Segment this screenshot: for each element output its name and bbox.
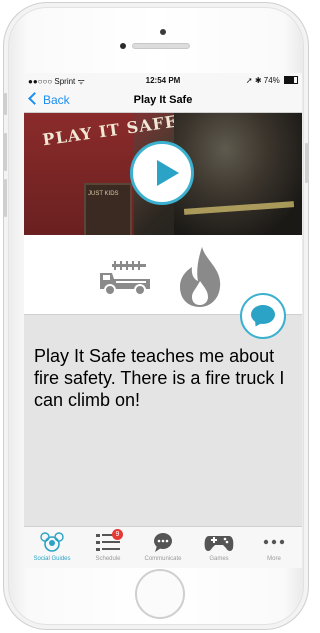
power-button bbox=[305, 143, 308, 183]
page-title: Play It Safe bbox=[133, 94, 193, 106]
earpiece-speaker bbox=[132, 43, 190, 49]
tab-communicate[interactable]: Communicate bbox=[135, 527, 191, 568]
communicate-icon bbox=[154, 533, 172, 552]
story-description: Play It Safe teaches me about fire safet… bbox=[34, 346, 285, 410]
schedule-badge: 9 bbox=[112, 529, 123, 540]
battery-percent: ➚ ✱ 74% bbox=[245, 76, 280, 85]
app-screen: ●●○○○ Sprint ᯤ 12:54 PM ➚ ✱ 74% Back Pla… bbox=[24, 73, 302, 568]
tab-social-guides[interactable]: Social Guides bbox=[24, 527, 80, 568]
gamepad-icon bbox=[204, 536, 234, 551]
tab-bar: Social Guides 9 Schedule Communicate Gam… bbox=[24, 526, 302, 568]
tab-label: Games bbox=[209, 556, 229, 562]
speech-bubble-button[interactable] bbox=[240, 293, 286, 339]
front-camera bbox=[160, 29, 166, 35]
status-right: ➚ ✱ 74% bbox=[246, 76, 298, 85]
status-bar: ●●○○○ Sprint ᯤ 12:54 PM ➚ ✱ 74% bbox=[24, 73, 302, 87]
social-guides-icon bbox=[40, 532, 64, 552]
video-thumbnail[interactable]: PLAY IT SAFE JUST KIDS bbox=[24, 113, 302, 235]
tab-games[interactable]: Games bbox=[191, 527, 247, 568]
tab-label: Communicate bbox=[144, 556, 182, 562]
tab-label: Social Guides bbox=[33, 556, 71, 562]
battery-icon bbox=[284, 76, 298, 84]
mute-switch bbox=[4, 93, 7, 115]
more-icon bbox=[263, 539, 285, 545]
navigation-bar: Back Play It Safe bbox=[24, 87, 302, 113]
tab-label: More bbox=[267, 556, 281, 562]
fire-icon bbox=[180, 247, 221, 307]
volume-down-button bbox=[4, 179, 7, 217]
door-label: JUST KIDS bbox=[88, 191, 119, 197]
play-icon[interactable] bbox=[130, 141, 194, 205]
home-button[interactable] bbox=[135, 569, 185, 619]
tab-schedule[interactable]: 9 Schedule bbox=[80, 527, 136, 568]
sensor bbox=[120, 43, 126, 49]
fire-truck-icon bbox=[100, 261, 150, 295]
tab-label: Schedule bbox=[95, 556, 121, 562]
tab-more[interactable]: More bbox=[246, 527, 302, 568]
volume-up-button bbox=[4, 133, 7, 171]
